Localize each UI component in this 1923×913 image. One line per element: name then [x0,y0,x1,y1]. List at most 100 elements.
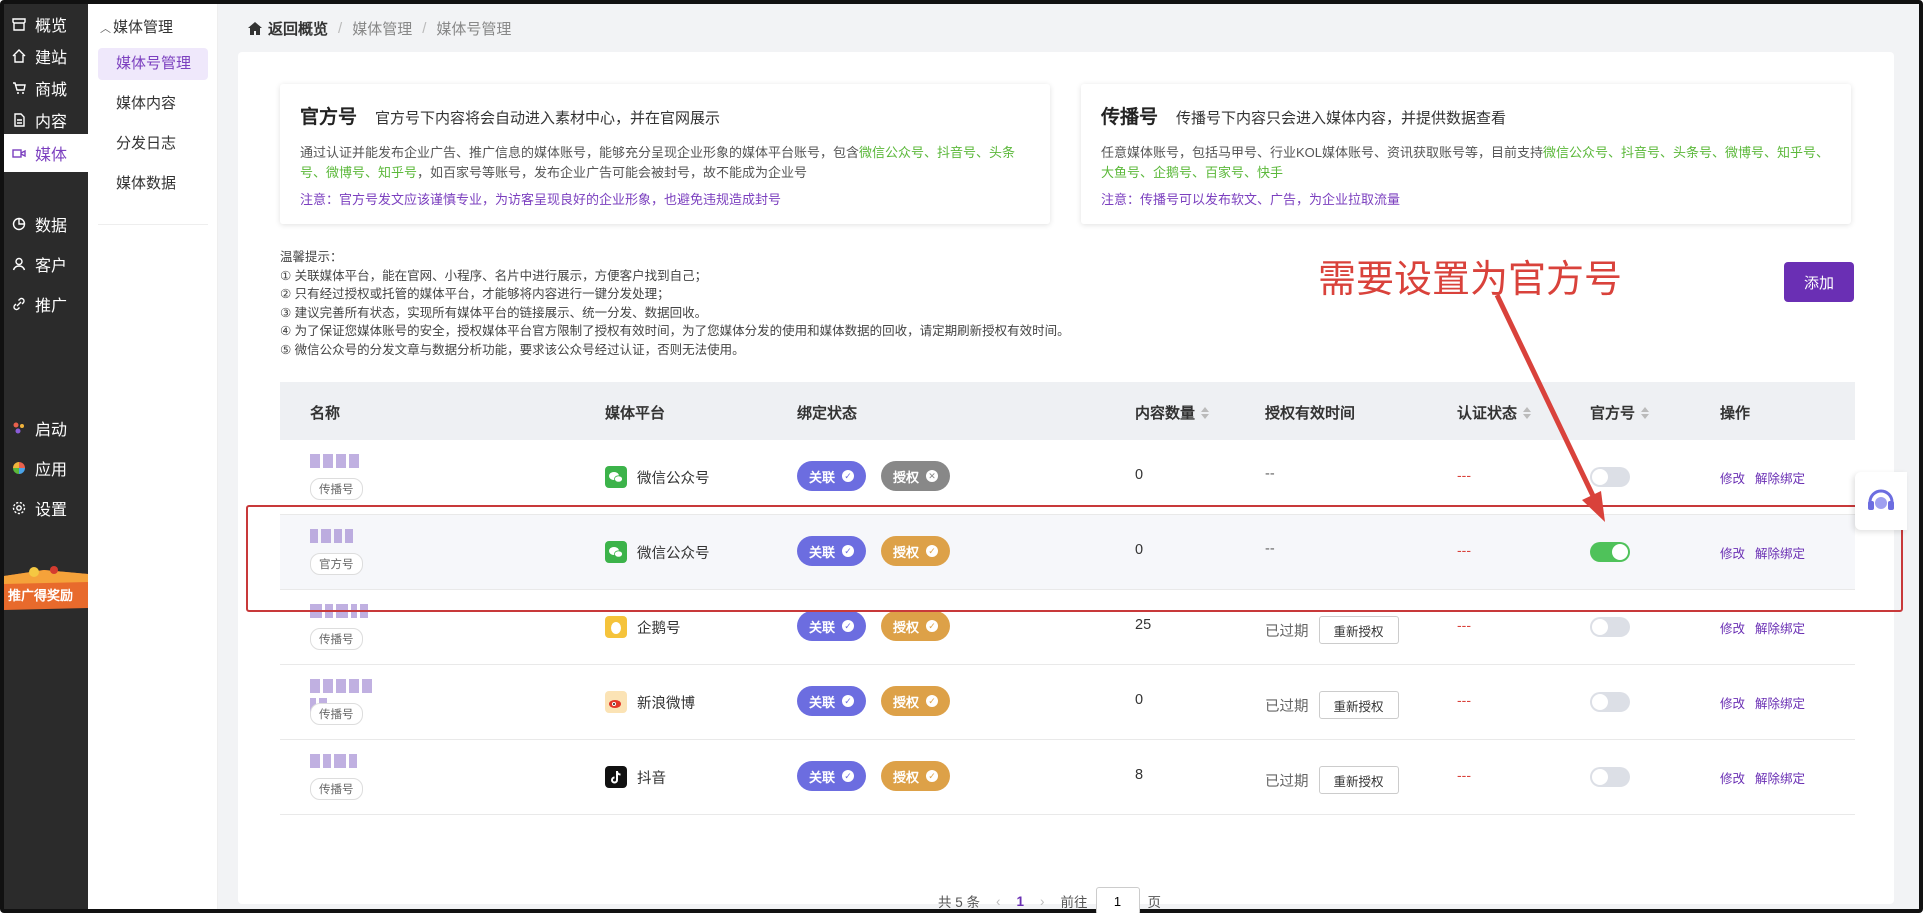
sidebar-item-label: 概览 [35,18,68,35]
promo-banner[interactable]: 推广得奖励 [4,564,88,614]
official-toggle[interactable] [1590,467,1630,487]
auth-status-pill[interactable]: 授权 ✕ [881,461,951,491]
sidebar-item-label: 内容 [35,114,68,131]
link-icon [12,297,26,311]
page-number[interactable]: 1 [1017,894,1025,909]
tips-block: 温馨提示： ① 关联媒体平台，能在官网、小程序、名片中进行展示，方便客户找到自己… [280,248,1070,359]
broadcast-account-card: 传播号 传播号下内容只会进入媒体内容，并提供数据查看 任意媒体账号，包括马甲号、… [1081,84,1851,224]
breadcrumb-media-management[interactable]: 媒体管理 [352,18,412,39]
unbind-link[interactable]: 解除绑定 [1755,772,1805,786]
weibo-icon [605,691,627,713]
edit-link[interactable]: 修改 [1720,697,1745,711]
platform-name: 微信公众号 [637,545,710,562]
sidebar-item-apps[interactable]: 应用 [4,450,88,486]
breadcrumb-home[interactable]: 返回概览 [248,18,328,39]
edit-link[interactable]: 修改 [1720,472,1745,486]
auth-time-text: 已过期 [1265,773,1309,790]
check-icon: ✓ [926,770,939,782]
account-name-redacted [310,454,380,472]
link-status-pill[interactable]: 关联 ✓ [797,461,867,491]
column-header-official[interactable]: 官方号 [1590,402,1650,423]
next-page-button[interactable]: › [1040,894,1045,909]
check-icon: ✓ [926,695,939,707]
auth-status-pill[interactable]: 授权 ✓ [881,611,951,641]
account-type-tag: 官方号 [310,553,363,575]
link-status-pill[interactable]: 关联 ✓ [797,611,867,641]
submenu-header[interactable]: ︿ 媒体管理 [100,16,173,37]
sidebar-item-settings[interactable]: 设置 [4,490,88,526]
customer-service-button[interactable] [1855,472,1907,530]
sort-icon[interactable] [1641,406,1650,419]
headset-icon [1868,489,1894,510]
auth-time-text: 已过期 [1265,698,1309,715]
reauthorize-button[interactable]: 重新授权 [1318,691,1399,719]
promo-text: 推广得奖励 [8,588,73,604]
sidebar-item-customer[interactable]: 客户 [4,246,88,282]
unbind-link[interactable]: 解除绑定 [1755,547,1805,561]
breadcrumb-current: 媒体号管理 [436,21,512,38]
auth-time-cell: -- [1265,466,1275,482]
sidebar-item-data[interactable]: 数据 [4,206,88,242]
page-suffix: 页 [1147,895,1162,910]
sidebar-item-overview[interactable]: 概览 [4,6,88,42]
sidebar-item-label: 商城 [35,82,68,99]
auth-status-pill[interactable]: 授权 ✓ [881,686,951,716]
official-toggle[interactable] [1590,692,1630,712]
auth-time-cell: 已过期 重新授权 [1265,616,1399,644]
sidebar-item-content[interactable]: 内容 [4,102,88,138]
submenu-item-distribution-log[interactable]: 分发日志 [98,128,208,160]
column-header-verify[interactable]: 认证状态 [1457,402,1532,423]
submenu-item-media-data[interactable]: 媒体数据 [98,168,208,200]
edit-link[interactable]: 修改 [1720,622,1745,636]
sidebar-item-media[interactable]: 媒体 [4,134,88,172]
link-status-pill[interactable]: 关联 ✓ [797,761,867,791]
tip-line: ① 关联媒体平台，能在官网、小程序、名片中进行展示，方便客户找到自己； [280,268,708,283]
sort-icon[interactable] [1201,406,1210,419]
submenu-item-media-content[interactable]: 媒体内容 [98,88,208,120]
add-button[interactable]: 添加 [1784,262,1854,302]
unbind-link[interactable]: 解除绑定 [1755,472,1805,486]
prev-page-button[interactable]: ‹ [996,894,1001,909]
unbind-link[interactable]: 解除绑定 [1755,622,1805,636]
goto-page-input[interactable] [1095,887,1140,913]
platform-name: 企鹅号 [637,620,681,637]
sidebar-item-promote[interactable]: 推广 [4,286,88,322]
platform-cell: 微信公众号 [605,541,710,563]
sidebar-item-label: 数据 [35,218,68,235]
check-icon: ✓ [842,545,855,557]
reauthorize-button[interactable]: 重新授权 [1318,766,1399,794]
reauthorize-button[interactable]: 重新授权 [1318,616,1399,644]
document-icon [12,113,26,127]
edit-link[interactable]: 修改 [1720,547,1745,561]
auth-status-pill[interactable]: 授权 ✓ [881,761,951,791]
link-status-pill[interactable]: 关联 ✓ [797,686,867,716]
card-subtitle: 官方号下内容将会自动进入素材中心，并在官网展示 [375,110,721,127]
column-header-content-count[interactable]: 内容数量 [1135,402,1210,423]
verify-status: --- [1457,767,1471,783]
auth-time-text: -- [1265,466,1275,482]
auth-status-pill[interactable]: 授权 ✓ [881,536,951,566]
unbind-link[interactable]: 解除绑定 [1755,697,1805,711]
platform-cell: 新浪微博 [605,691,695,713]
sidebar-item-site[interactable]: 建站 [4,38,88,74]
account-type-tag: 传播号 [310,628,363,650]
edit-link[interactable]: 修改 [1720,772,1745,786]
annotation-text: 需要设置为官方号 [1318,257,1623,301]
tip-line: ⑤ 微信公众号的分发文章与数据分析功能，要求该公众号经过认证，否则无法使用。 [280,342,745,357]
sidebar-item-launch[interactable]: 启动 [4,410,88,446]
sidebar-item-mall[interactable]: 商城 [4,70,88,106]
official-toggle[interactable] [1590,767,1630,787]
sort-icon[interactable] [1523,406,1532,419]
storefront-icon [12,17,26,31]
account-name-redacted [310,529,380,547]
submenu-item-media-accounts[interactable]: 媒体号管理 [98,48,208,80]
sidebar-item-label: 媒体 [35,147,68,164]
verify-status: --- [1457,467,1471,483]
sidebar-item-label: 客户 [35,258,68,275]
official-toggle[interactable] [1590,617,1630,637]
official-toggle[interactable] [1590,542,1630,562]
account-type-tag: 传播号 [310,478,363,500]
table-row: 传播号 企鹅号 关联 ✓ 授权 ✓ 25 已过期 重新授权 --- 修改 解除绑定 [280,590,1855,665]
platform-cell: 抖音 [605,766,666,788]
link-status-pill[interactable]: 关联 ✓ [797,536,867,566]
